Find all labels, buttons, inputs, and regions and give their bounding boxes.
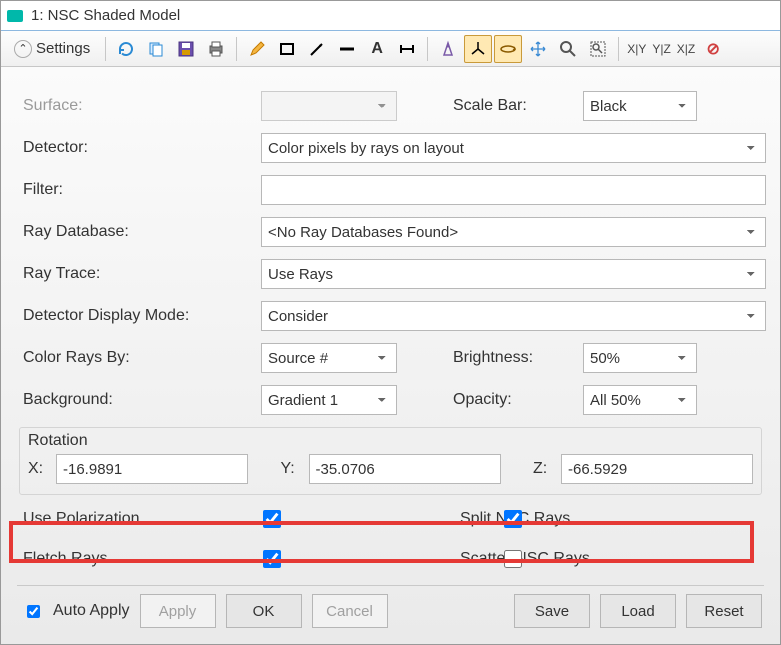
brightness-select[interactable]: 50%: [583, 343, 697, 373]
pencil-icon[interactable]: [243, 35, 271, 63]
window: 1: NSC Shaded Model ⌃ Settings A X|Y Y|Z…: [0, 0, 781, 645]
rot-x-label: X:: [28, 460, 48, 478]
colorby-select[interactable]: Source #: [261, 343, 397, 373]
raytrace-label: Ray Trace:: [15, 265, 261, 283]
fletch-row: Fletch Rays Scatter NSC Rays: [15, 539, 766, 579]
load-button[interactable]: Load: [600, 594, 676, 628]
refresh-icon[interactable]: [112, 35, 140, 63]
line-arrow-icon[interactable]: [303, 35, 331, 63]
save-button[interactable]: Save: [514, 594, 590, 628]
save-icon[interactable]: [172, 35, 200, 63]
print-icon[interactable]: [202, 35, 230, 63]
ddm-select[interactable]: Consider: [261, 301, 766, 331]
filter-label: Filter:: [15, 181, 261, 199]
scalebar-label: Scale Bar:: [397, 97, 583, 115]
autoapply-checkbox[interactable]: [27, 605, 40, 618]
separator: [427, 37, 428, 61]
opacity-select[interactable]: All 50%: [583, 385, 697, 415]
splitnsc-label: Split NSC Rays: [284, 510, 476, 528]
dimension-icon[interactable]: [393, 35, 421, 63]
view-xz-button[interactable]: X|Z: [675, 42, 697, 56]
scalebar-select[interactable]: Black: [583, 91, 697, 121]
apply-button[interactable]: Apply: [140, 594, 216, 628]
settings-form: Surface: Scale Bar: Black Detector: Colo…: [1, 67, 780, 644]
background-select[interactable]: Gradient 1: [261, 385, 397, 415]
detector-select[interactable]: Color pixels by rays on layout: [261, 133, 766, 163]
separator: [618, 37, 619, 61]
toolbar: ⌃ Settings A X|Y Y|Z X|Z ⊘: [1, 31, 780, 67]
filter-input[interactable]: [261, 175, 766, 205]
view-yz-button[interactable]: Y|Z: [650, 42, 672, 56]
cancel-button[interactable]: Cancel: [312, 594, 388, 628]
settings-button[interactable]: ⌃ Settings: [5, 35, 99, 63]
opacity-label: Opacity:: [397, 391, 583, 409]
titlebar: 1: NSC Shaded Model: [1, 1, 780, 31]
background-label: Background:: [15, 391, 261, 409]
colorby-label: Color Rays By:: [15, 349, 261, 367]
separator: [236, 37, 237, 61]
raytrace-select[interactable]: Use Rays: [261, 259, 766, 289]
settings-label: Settings: [36, 40, 90, 57]
usepol-checkbox[interactable]: [263, 510, 281, 528]
line-icon[interactable]: [333, 35, 361, 63]
surface-select[interactable]: [261, 91, 397, 121]
rot-z-input[interactable]: [561, 454, 753, 484]
reset-button[interactable]: Reset: [686, 594, 762, 628]
copy-icon[interactable]: [142, 35, 170, 63]
raydb-select[interactable]: <No Ray Databases Found>: [261, 217, 766, 247]
usepol-label: Use Polarization: [23, 510, 259, 528]
detector-label: Detector:: [15, 139, 261, 157]
move-icon[interactable]: [524, 35, 552, 63]
view-xy-button[interactable]: X|Y: [625, 42, 648, 56]
divider: [17, 585, 764, 586]
ok-button[interactable]: OK: [226, 594, 302, 628]
axes-icon[interactable]: [464, 35, 492, 63]
rotation-legend: Rotation: [28, 432, 753, 450]
raydb-label: Ray Database:: [15, 223, 261, 241]
rot-x-input[interactable]: [56, 454, 248, 484]
rot-y-label: Y:: [281, 460, 301, 478]
app-icon: [7, 10, 23, 22]
rotate-icon[interactable]: [494, 35, 522, 63]
footer: Auto Apply Apply OK Cancel Save Load Res…: [15, 590, 766, 628]
separator: [105, 37, 106, 61]
fletch-checkbox[interactable]: [263, 550, 281, 568]
ddm-label: Detector Display Mode:: [15, 307, 261, 325]
close-icon[interactable]: ⊘: [699, 35, 727, 63]
rot-y-input[interactable]: [309, 454, 501, 484]
fletch-label: Fletch Rays: [23, 550, 259, 568]
zoom-icon[interactable]: [554, 35, 582, 63]
rotation-group: Rotation X: Y: Z:: [19, 427, 762, 495]
splitnsc-checkbox[interactable]: [504, 510, 522, 528]
window-title: 1: NSC Shaded Model: [31, 7, 180, 24]
surface-label: Surface:: [15, 97, 261, 115]
brightness-label: Brightness:: [397, 349, 583, 367]
rot-z-label: Z:: [533, 460, 553, 478]
scatter-checkbox[interactable]: [504, 550, 522, 568]
polarization-row: Use Polarization Split NSC Rays: [15, 499, 766, 539]
fit-icon[interactable]: [584, 35, 612, 63]
rectangle-icon[interactable]: [273, 35, 301, 63]
chevron-up-icon: ⌃: [14, 40, 32, 58]
text-icon[interactable]: A: [363, 35, 391, 63]
scatter-label: Scatter NSC Rays: [284, 550, 476, 568]
compass-icon[interactable]: [434, 35, 462, 63]
autoapply-label: Auto Apply: [53, 602, 130, 620]
